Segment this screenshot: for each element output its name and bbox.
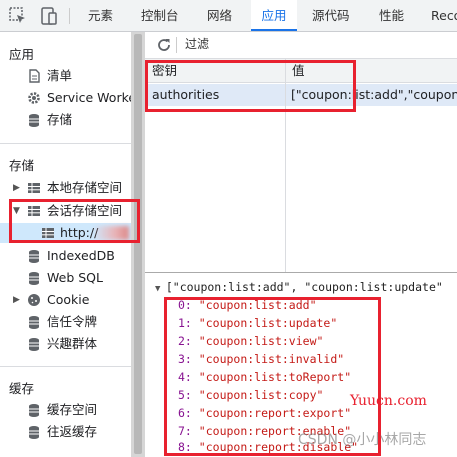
- sidebar-item-web-sql[interactable]: Web SQL: [0, 268, 131, 288]
- array-index: 0:: [178, 298, 192, 312]
- database-icon: [29, 272, 39, 285]
- array-index: 3:: [178, 352, 192, 366]
- table-cell-value[interactable]: ["coupon:list:add","coupon:list:update": [291, 84, 457, 106]
- tab-performance[interactable]: 性能: [379, 0, 404, 31]
- sidebar-item-cache-storage[interactable]: 缓存空间: [0, 400, 131, 420]
- array-summary[interactable]: ▼ ["coupon:list:add", "coupon:list:updat…: [155, 280, 443, 294]
- sidebar-item-label: 往返缓存: [47, 424, 98, 439]
- sidebar-item-interest-groups[interactable]: 兴趣群体: [0, 334, 131, 354]
- sidebar-item-label: 会话存储空间: [47, 203, 123, 218]
- array-value: "coupon:report:export": [198, 406, 352, 420]
- array-value: "coupon:list:copy": [198, 388, 324, 402]
- watermark-author: CSDN @小小林同志: [298, 432, 427, 448]
- array-index: 5:: [178, 388, 192, 402]
- toolbar-separator: [176, 37, 177, 53]
- array-value: "coupon:list:update": [198, 316, 338, 330]
- devtools-tabbar: 元素 控制台 网络 应用 源代码 性能 Reco: [0, 0, 457, 32]
- section-header-application: 应用: [9, 47, 35, 62]
- database-icon: [29, 426, 39, 439]
- array-value: "coupon:list:add": [198, 298, 317, 312]
- sidebar-scrollbar-thumb[interactable]: [134, 34, 142, 454]
- sidebar-item-storage-overview[interactable]: 存储: [0, 110, 131, 130]
- array-item: 6: "coupon:report:export": [178, 404, 351, 422]
- table-icon: [28, 206, 40, 216]
- sidebar-item-label: Web SQL: [47, 270, 103, 285]
- sidebar-item-label: 存储: [47, 112, 73, 127]
- application-sidebar: 应用 清单 Service Workers 存储 存储 ▶ 本地存储空间: [0, 32, 131, 457]
- document-icon: [29, 69, 40, 83]
- sidebar-item-label: 兴趣群体: [47, 336, 98, 351]
- filter-input[interactable]: [185, 35, 445, 53]
- array-item: 5: "coupon:list:copy": [178, 386, 323, 404]
- array-summary-text: ["coupon:list:add", "coupon:list:update": [165, 280, 443, 294]
- database-icon: [29, 338, 39, 351]
- database-icon: [29, 404, 39, 417]
- array-item: 3: "coupon:list:invalid": [178, 350, 344, 368]
- tab-application[interactable]: 应用: [251, 0, 297, 31]
- sidebar-item-label: IndexedDB: [47, 248, 115, 263]
- collapse-arrow-icon[interactable]: ▼: [155, 284, 166, 294]
- sidebar-item-local-storage[interactable]: ▶ 本地存储空间: [0, 178, 131, 198]
- inspect-element-icon[interactable]: [8, 6, 28, 26]
- section-divider: [0, 366, 131, 367]
- array-index: 1:: [178, 316, 192, 330]
- array-item: 0: "coupon:list:add": [178, 296, 317, 314]
- array-index: 2:: [178, 334, 192, 348]
- tab-sources[interactable]: 源代码: [312, 0, 350, 31]
- refresh-icon[interactable]: [155, 36, 173, 54]
- array-index: 6:: [178, 406, 192, 420]
- sidebar-item-label: 清单: [47, 68, 73, 83]
- redacted-blur: [93, 226, 129, 240]
- array-value: "coupon:list:view": [198, 334, 324, 348]
- table-icon: [42, 228, 54, 238]
- cookie-icon: [28, 294, 40, 306]
- array-index: 4:: [178, 370, 192, 384]
- column-header-value[interactable]: 值: [286, 59, 457, 83]
- sidebar-item-manifest[interactable]: 清单: [0, 66, 131, 86]
- sidebar-item-cookies[interactable]: ▶ Cookie: [0, 290, 131, 310]
- tab-elements[interactable]: 元素: [88, 0, 113, 31]
- watermark-site: Yuucn.com: [350, 393, 427, 409]
- sidebar-item-session-storage[interactable]: ▼ 会话存储空间: [0, 201, 131, 221]
- table-cell-key[interactable]: authorities: [152, 84, 282, 106]
- sidebar-splitter[interactable]: [131, 32, 145, 457]
- sidebar-item-trust-tokens[interactable]: 信任令牌: [0, 312, 131, 332]
- database-icon: [29, 250, 39, 263]
- array-value: "coupon:list:toReport": [198, 370, 352, 384]
- table-icon: [28, 183, 40, 193]
- database-icon: [29, 316, 39, 329]
- toolbar-separator: [69, 8, 70, 24]
- tab-network[interactable]: 网络: [207, 0, 232, 31]
- sidebar-item-back-forward-cache[interactable]: 往返缓存: [0, 422, 131, 442]
- array-item: 4: "coupon:list:toReport": [178, 368, 351, 386]
- section-header-storage: 存储: [9, 158, 35, 173]
- sidebar-item-label: 本地存储空间: [47, 180, 123, 195]
- column-divider: [285, 59, 286, 272]
- sidebar-item-label: Service Workers: [47, 90, 131, 105]
- tab-recorder[interactable]: Reco: [431, 0, 457, 31]
- sidebar-item-session-origin[interactable]: http://: [0, 223, 131, 243]
- storage-toolbar: [145, 32, 457, 59]
- section-header-cache: 缓存: [9, 381, 35, 396]
- gear-icon: [28, 92, 40, 104]
- storage-table: 密钥 值 authorities ["coupon:list:add","cou…: [145, 59, 457, 272]
- database-icon: [29, 114, 39, 127]
- sidebar-item-label: 信任令牌: [47, 314, 98, 329]
- column-header-key[interactable]: 密钥: [145, 59, 285, 83]
- section-divider: [0, 143, 131, 144]
- array-index: 8:: [178, 440, 192, 454]
- expand-arrow-icon[interactable]: ▶: [13, 290, 20, 310]
- sidebar-item-service-workers[interactable]: Service Workers: [0, 88, 131, 108]
- sidebar-item-label: Cookie: [47, 292, 90, 307]
- array-item: 2: "coupon:list:view": [178, 332, 323, 350]
- array-index: 7:: [178, 424, 192, 438]
- sidebar-item-indexeddb[interactable]: IndexedDB: [0, 246, 131, 266]
- expand-arrow-icon[interactable]: ▶: [13, 178, 20, 198]
- tab-console[interactable]: 控制台: [141, 0, 179, 31]
- array-item: 1: "coupon:list:update": [178, 314, 337, 332]
- sidebar-item-label: 缓存空间: [47, 402, 98, 417]
- device-toolbar-icon[interactable]: [39, 6, 59, 26]
- collapse-arrow-icon[interactable]: ▼: [13, 201, 20, 221]
- array-value: "coupon:list:invalid": [198, 352, 345, 366]
